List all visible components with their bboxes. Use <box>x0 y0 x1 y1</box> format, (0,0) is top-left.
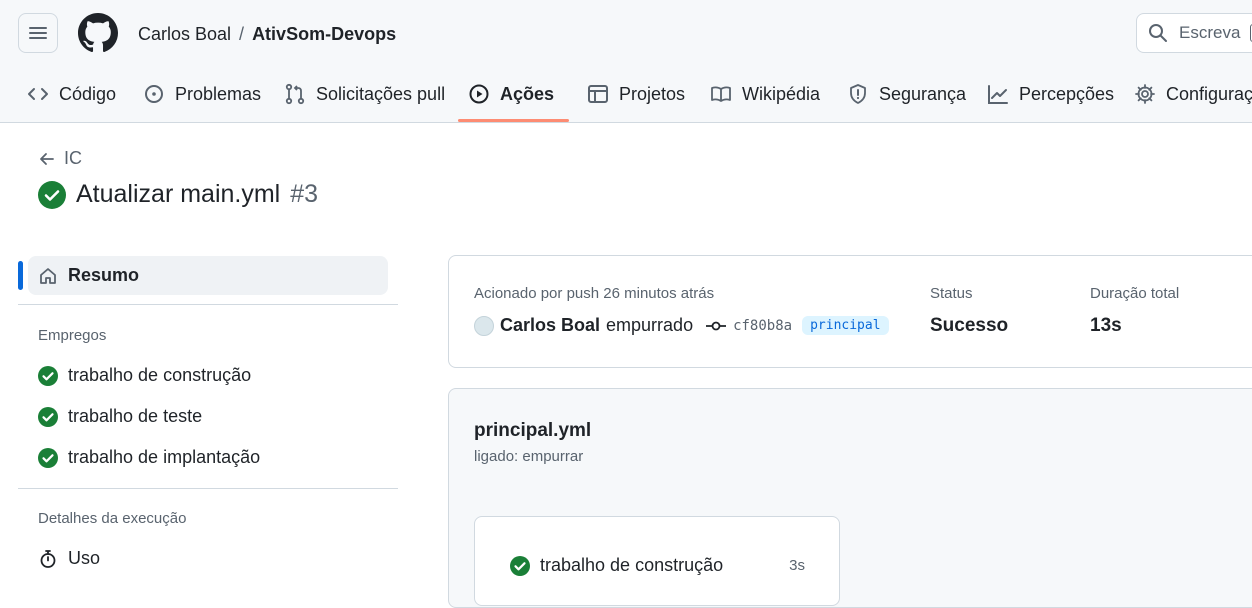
tab-label: Segurança <box>879 83 967 104</box>
gear-icon <box>1134 83 1156 105</box>
success-check-icon <box>38 447 58 468</box>
sidebar-divider <box>18 488 398 489</box>
status-label: Status <box>930 285 973 302</box>
sidebar-item-job[interactable]: trabalho de implantação <box>38 447 260 468</box>
commit-icon <box>705 319 727 333</box>
avatar[interactable] <box>474 315 494 336</box>
book-icon <box>710 83 732 105</box>
tab-actions[interactable]: Ações <box>468 66 554 122</box>
tab-label: Ações <box>500 83 555 104</box>
tab-label: Configuraç <box>1166 83 1252 104</box>
search-icon <box>1147 22 1169 44</box>
sidebar-job-label: trabalho de construção <box>68 365 252 385</box>
status-value: Sucesso <box>930 315 1009 336</box>
active-tab-underline <box>458 119 569 122</box>
tab-settings[interactable]: Configuraç <box>1134 66 1252 122</box>
success-check-icon <box>38 365 58 386</box>
tab-pull-requests[interactable]: Solicitações pull <box>284 66 445 122</box>
run-title-text: Atualizar main.yml <box>76 180 281 208</box>
trigger-action: empurrado <box>606 315 694 335</box>
repo-name-link[interactable]: AtivSom-Devops <box>252 24 396 44</box>
shield-icon <box>847 83 869 105</box>
search-placeholder: Escreva <box>1179 23 1241 42</box>
back-to-workflow-link[interactable]: IC <box>38 148 82 169</box>
sidebar-item-job[interactable]: trabalho de teste <box>38 406 202 427</box>
tab-label: Percepções <box>1019 83 1115 104</box>
code-icon <box>27 83 49 105</box>
jobs-heading: Empregos <box>38 327 107 344</box>
hamburger-menu-button[interactable] <box>18 13 58 53</box>
breadcrumb-separator: / <box>239 24 245 44</box>
branch-badge[interactable]: principal <box>802 316 889 335</box>
tab-projects[interactable]: Projetos <box>587 66 685 122</box>
tab-label: Código <box>59 83 117 104</box>
success-check-icon <box>38 406 58 427</box>
pull-request-icon <box>284 83 306 105</box>
job-node-row: trabalho de construção <box>510 555 723 576</box>
success-check-icon <box>38 180 66 209</box>
sidebar-job-label: trabalho de implantação <box>68 447 261 467</box>
sidebar-item-summary[interactable]: Resumo <box>28 256 388 295</box>
stopwatch-icon <box>38 549 58 569</box>
repo-header: Carlos Boal / AtivSom-Devops Escreva / Cód… <box>0 0 1252 123</box>
graph-icon <box>987 83 1009 105</box>
run-details-heading: Detalhes da execução <box>38 510 187 527</box>
sidebar-item-usage[interactable]: Uso <box>38 548 100 569</box>
sidebar-item-label: Uso <box>68 548 101 568</box>
run-number: #3 <box>290 180 319 208</box>
tab-wiki[interactable]: Wikipédia <box>710 66 820 122</box>
trigger-info: Carlos Boal empurrado cf80b8a principal <box>474 315 889 336</box>
repo-nav-tabs: Código Problemas Solicitações pull Ações… <box>0 66 1252 122</box>
github-logo-icon[interactable] <box>78 13 118 53</box>
tab-label: Wikipédia <box>742 83 821 104</box>
tab-issues[interactable]: Problemas <box>143 66 261 122</box>
hamburger-icon <box>27 22 49 44</box>
run-summary-card: Acionado por push 26 minutos atrás Carlo… <box>448 255 1252 368</box>
commit-sha-link[interactable]: cf80b8a <box>733 318 792 334</box>
job-node[interactable]: trabalho de construção 3s <box>474 516 840 606</box>
duration-label: Duração total <box>1090 285 1180 302</box>
tab-label: Solicitações pull <box>316 83 446 104</box>
sidebar-job-label: trabalho de teste <box>68 406 203 426</box>
sidebar-divider <box>18 304 398 305</box>
workflow-trigger: ligado: empurrar <box>474 448 584 465</box>
repo-owner-link[interactable]: Carlos Boal <box>138 24 231 44</box>
search-input[interactable]: Escreva / <box>1136 13 1252 53</box>
arrow-left-icon <box>38 150 56 168</box>
sidebar-item-label: Resumo <box>68 265 140 285</box>
tab-code[interactable]: Código <box>27 66 116 122</box>
tab-security[interactable]: Segurança <box>847 66 966 122</box>
duration-value: 13s <box>1090 315 1122 336</box>
tab-insights[interactable]: Percepções <box>987 66 1114 122</box>
workflow-file-name: principal.yml <box>474 420 592 441</box>
sidebar-active-indicator <box>18 261 23 290</box>
play-icon <box>468 83 490 105</box>
tab-label: Projetos <box>619 83 686 104</box>
job-node-label: trabalho de construção <box>540 555 724 575</box>
repo-breadcrumb: Carlos Boal / AtivSom-Devops <box>138 22 396 46</box>
triggered-label: Acionado por push 26 minutos atrás <box>474 285 715 302</box>
home-icon <box>38 266 58 286</box>
success-check-icon <box>510 555 530 576</box>
workflow-graph-card: principal.yml ligado: empurrar trabalho … <box>448 388 1252 608</box>
table-icon <box>587 83 609 105</box>
actor-link[interactable]: Carlos Boal <box>500 315 600 336</box>
issue-icon <box>143 83 165 105</box>
tab-label: Problemas <box>175 83 262 104</box>
sidebar-item-job[interactable]: trabalho de construção <box>38 365 251 386</box>
job-duration: 3s <box>789 557 805 574</box>
page-title: Atualizar main.yml #3 <box>38 180 318 209</box>
back-link-label: IC <box>64 148 82 168</box>
